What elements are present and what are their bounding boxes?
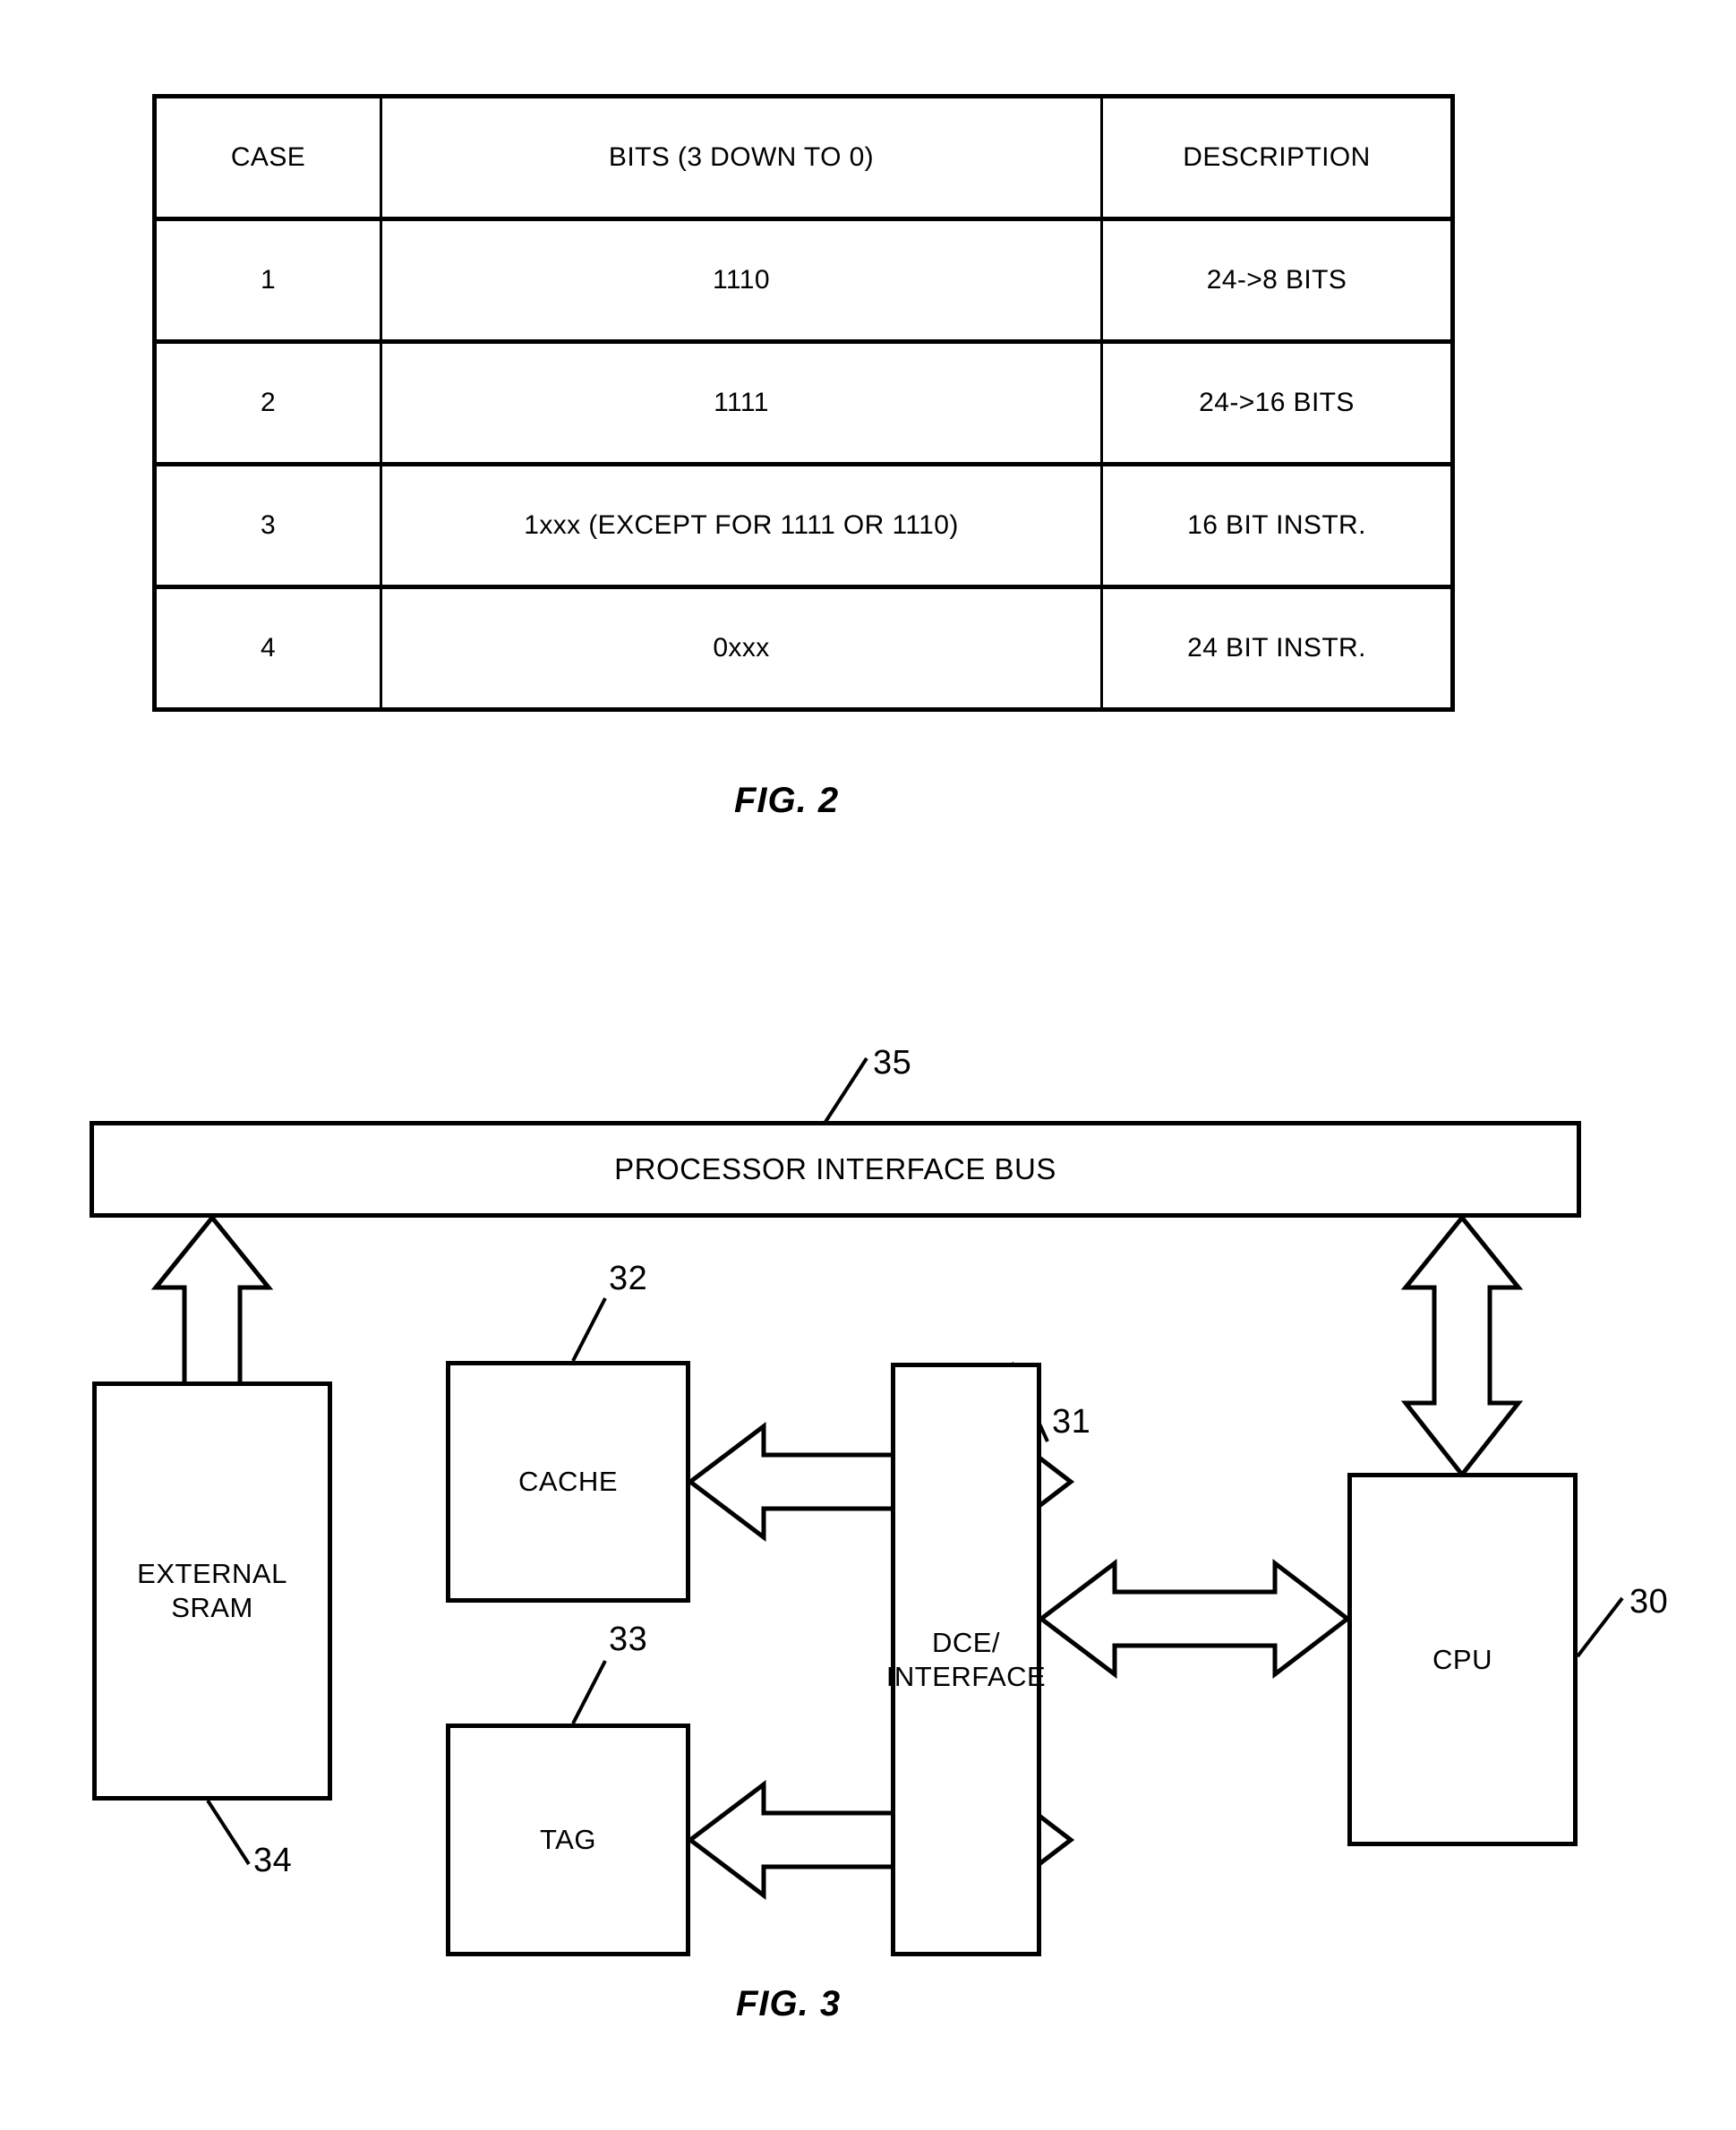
cell-description: 24->8 BITS	[1206, 265, 1347, 295]
cell-case: 1	[157, 221, 382, 339]
cell-case: 4	[157, 589, 382, 707]
cell-bits: 0xxx	[382, 589, 1103, 707]
table-row: 3 1xxx (EXCEPT FOR 1111 OR 1110) 16 BIT …	[157, 466, 1450, 589]
block-label-dce: DCE/ INTERFACE	[886, 1626, 1046, 1694]
cell-bits: 1110	[382, 221, 1103, 339]
cell-description: 24 BIT INSTR.	[1187, 633, 1366, 663]
leader-line-34	[206, 1799, 251, 1866]
block-tag: TAG	[446, 1724, 690, 1956]
table-row: 2 1111 24->16 BITS	[157, 344, 1450, 466]
cell-description: 24->16 BITS	[1199, 388, 1355, 417]
block-label-bus: PROCESSOR INTERFACE BUS	[614, 1151, 1056, 1185]
reference-numeral-34: 34	[253, 1842, 293, 1879]
reference-numeral-32: 32	[609, 1260, 648, 1297]
cell-bits: 1111	[382, 344, 1103, 462]
block-label-sram: EXTERNAL SRAM	[137, 1557, 287, 1625]
reference-numeral-31: 31	[1052, 1403, 1091, 1441]
reference-numeral-33: 33	[609, 1621, 648, 1658]
block-external-sram: EXTERNAL SRAM	[92, 1382, 332, 1801]
reference-numeral-35: 35	[873, 1044, 912, 1082]
block-processor-interface-bus: PROCESSOR INTERFACE BUS	[90, 1121, 1581, 1218]
arrow-dce-to-cpu	[1037, 1558, 1352, 1680]
block-label-cpu: CPU	[1432, 1643, 1492, 1675]
cell-case: 3	[157, 466, 382, 585]
leader-line-33	[571, 1660, 607, 1724]
leader-line-32	[571, 1297, 607, 1362]
leader-line-30	[1576, 1596, 1624, 1658]
block-cpu: CPU	[1347, 1473, 1578, 1846]
figure-3-caption: FIG. 3	[736, 1984, 842, 2023]
block-label-dce-line1: DCE/	[931, 1626, 1001, 1658]
cell-bits: 1xxx (EXCEPT FOR 1111 OR 1110)	[382, 466, 1103, 585]
figure-3-block-diagram: PROCESSOR INTERFACE BUS EXTERNAL SRAM CA…	[0, 1003, 1736, 2006]
block-label-dce-line2: INTERFACE	[885, 1660, 1047, 1692]
case-bits-description-table: CASE BITS (3 DOWN TO 0) DESCRIPTION 1 11…	[152, 94, 1455, 712]
figure-2-caption: FIG. 2	[734, 781, 840, 820]
block-label-tag: TAG	[540, 1824, 596, 1856]
arrow-bus-to-cpu	[1400, 1214, 1524, 1479]
block-cache: CACHE	[446, 1361, 690, 1603]
block-label-sram-line1: EXTERNAL	[137, 1558, 287, 1590]
cell-case: 2	[157, 344, 382, 462]
table-row: 1 1110 24->8 BITS	[157, 221, 1450, 344]
column-header-bits: BITS (3 DOWN TO 0)	[382, 98, 1103, 217]
reference-numeral-30: 30	[1629, 1583, 1669, 1621]
column-header-description: DESCRIPTION	[1183, 142, 1371, 172]
block-label-sram-line2: SRAM	[171, 1592, 253, 1623]
block-label-cache: CACHE	[517, 1466, 618, 1498]
block-dce-interface: DCE/ INTERFACE	[886, 1363, 1046, 1956]
table-row: 4 0xxx 24 BIT INSTR.	[157, 589, 1450, 707]
leader-line-35	[824, 1056, 868, 1124]
table-header-row: CASE BITS (3 DOWN TO 0) DESCRIPTION	[157, 98, 1450, 221]
column-header-case: CASE	[157, 98, 382, 217]
cell-description: 16 BIT INSTR.	[1187, 510, 1366, 540]
